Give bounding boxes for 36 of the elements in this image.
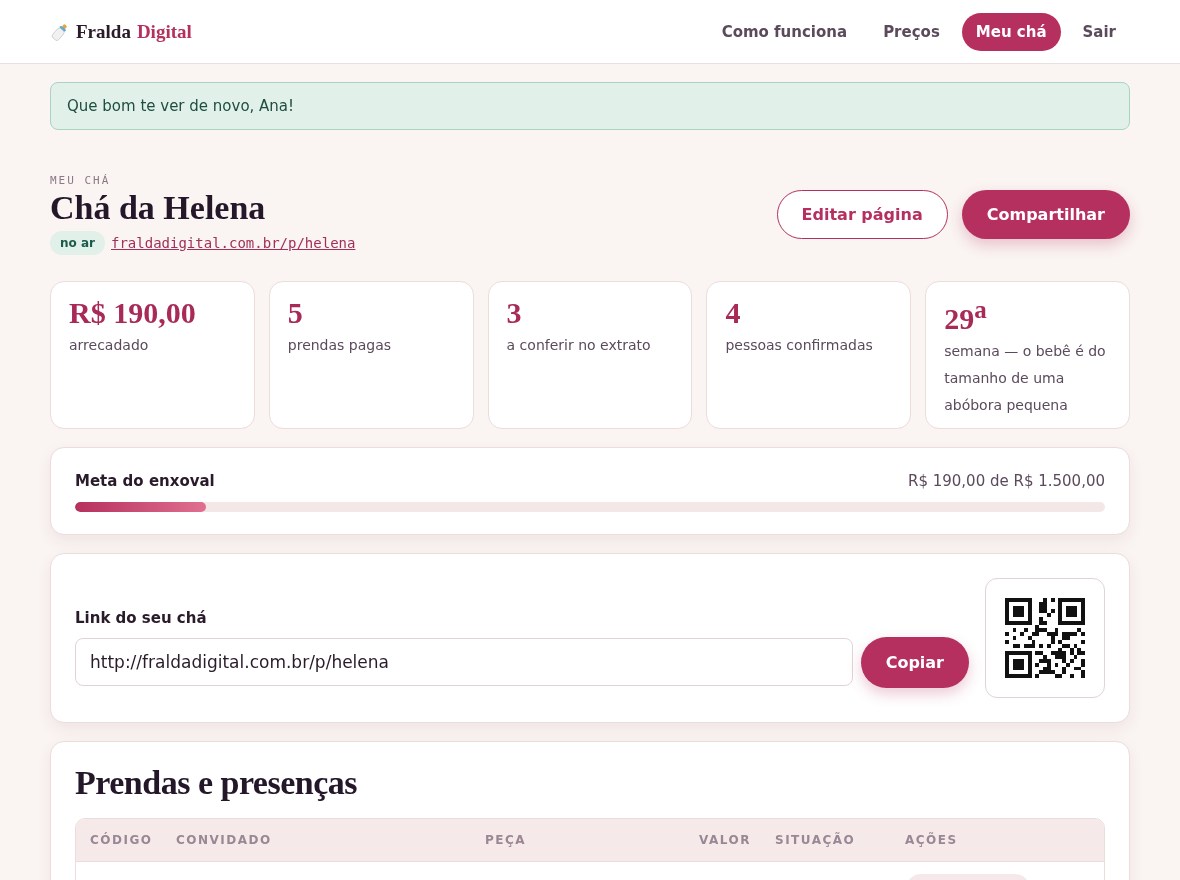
nav-link[interactable]: Como funciona [707, 12, 862, 51]
nav-link[interactable]: Meu chá [961, 12, 1061, 51]
column-header: PEÇA [485, 833, 528, 847]
stat-value: 4 [725, 296, 742, 330]
goal-title: Meta do enxoval [75, 472, 215, 490]
status-badge: no ar [50, 231, 105, 255]
copy-button[interactable]: Copiar [860, 636, 969, 688]
column-header: CONVIDADO [176, 833, 273, 847]
stat-label: arrecadado [69, 336, 150, 355]
column-header: VALOR [699, 833, 752, 847]
page-title: Chá da Helena [50, 189, 267, 227]
brand-name[interactable]: Digital [136, 20, 192, 43]
stat-label: a conferir no extrato [506, 336, 652, 355]
stat-value: 3 [506, 296, 523, 330]
column-header: AÇÕES [905, 833, 958, 847]
nav-link[interactable]: Sair [1068, 12, 1130, 51]
stat-label: pessoas confirmadas [725, 336, 874, 355]
share-button[interactable]: Compartilhar [961, 190, 1130, 239]
edit-button[interactable]: Editar página [776, 190, 948, 239]
page-link[interactable]: fraldadigital.com.br/p/helena [111, 235, 356, 251]
welcome-alert: Que bom te ver de novo, Ana! [50, 82, 1130, 130]
brand-name[interactable]: Fralda [76, 20, 131, 43]
field-label: Link do seu chá [75, 608, 208, 627]
stat-value: 5 [287, 296, 304, 330]
stat-value: R$ 190,00 [69, 296, 197, 330]
baby-bottle-icon [50, 21, 70, 42]
stat-value: 29$^{a}$ [944, 296, 988, 336]
section-title: Prendas e presenças [75, 764, 358, 802]
nav-link[interactable]: Preços [869, 12, 954, 51]
link-field[interactable]: http://fraldadigital.com.br/p/helena [75, 638, 853, 686]
column-header: CÓDIGO [90, 833, 154, 847]
stat-label: semana — o bebê é do tamanho de uma abóbora pequena [944, 342, 1107, 415]
column-header: SITUAÇÃO [775, 833, 857, 847]
section-eyebrow: MEU CHÁ [50, 174, 112, 187]
stat-label: prendas pagas [287, 336, 393, 355]
goal-amount: R$ 190,00 de R$ 1.500,00 [907, 472, 1105, 490]
